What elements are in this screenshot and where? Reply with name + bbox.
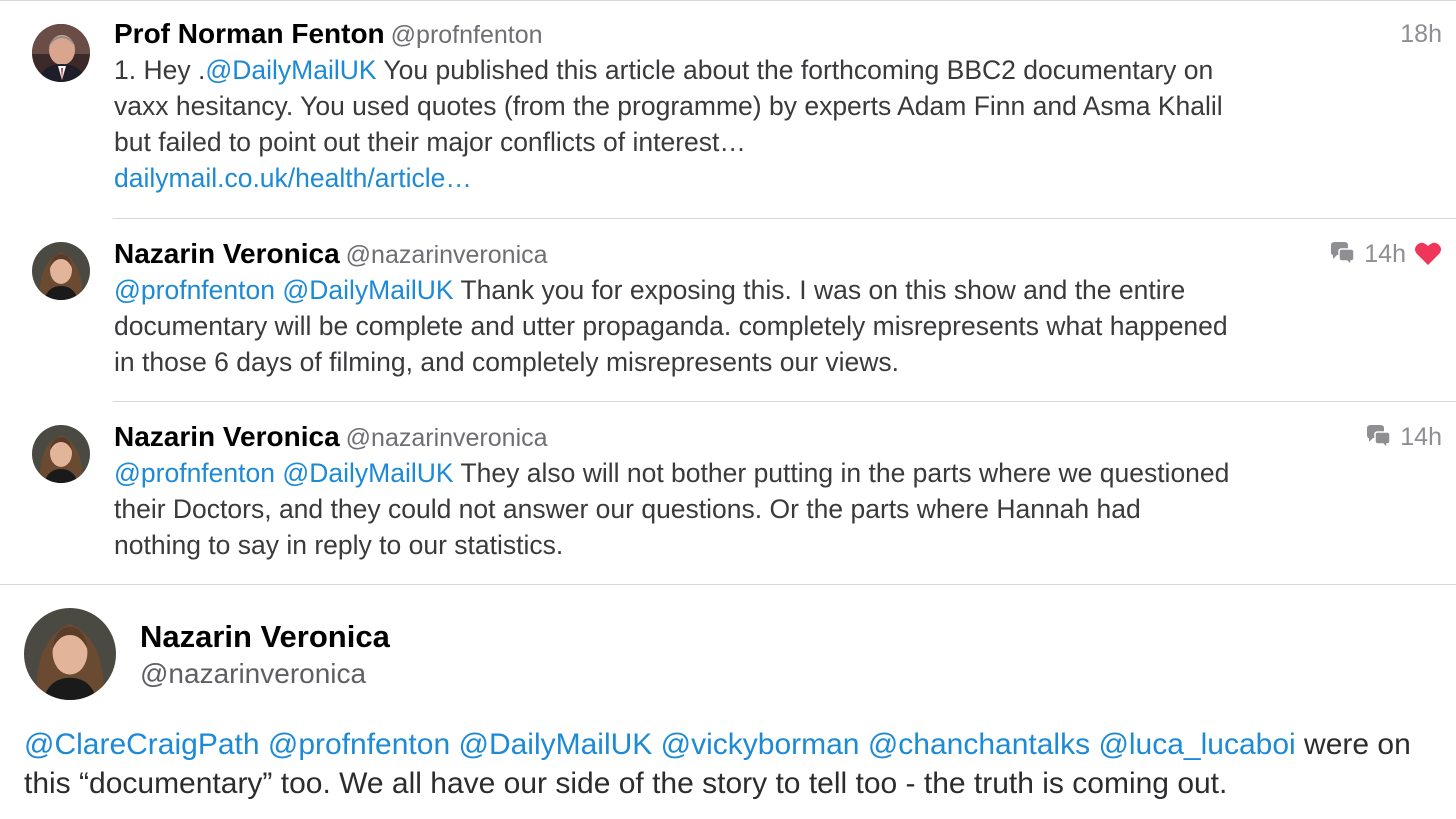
mention-link[interactable]: @DailyMailUK bbox=[282, 458, 453, 488]
tweet-meta: 18h bbox=[1400, 16, 1442, 52]
mention-link[interactable]: @ClareCraigPath bbox=[24, 728, 260, 761]
author-name[interactable]: Nazarin Veronica bbox=[114, 421, 340, 452]
article-link[interactable]: dailymail.co.uk/health/article… bbox=[114, 163, 472, 193]
timestamp: 18h bbox=[1400, 19, 1442, 48]
tweet-text: @profnfenton @DailyMailUK They also will… bbox=[114, 455, 1234, 563]
tweet-text-part: 1. Hey . bbox=[114, 55, 206, 85]
separator bbox=[113, 401, 1456, 402]
reply-tweet-3[interactable]: Nazarin Veronica @nazarinveronica @profnf… bbox=[0, 419, 1456, 579]
avatar[interactable] bbox=[32, 425, 90, 483]
mention-link[interactable]: @vickyborman bbox=[661, 728, 860, 761]
mention-link[interactable]: @DailyMailUK bbox=[205, 55, 376, 85]
avatar[interactable] bbox=[32, 242, 90, 300]
author-handle[interactable]: @nazarinveronica bbox=[140, 658, 366, 690]
reply-tweet-2[interactable]: Nazarin Veronica @nazarinveronica @profnf… bbox=[0, 236, 1456, 396]
top-divider bbox=[0, 0, 1456, 1]
author-name[interactable]: Nazarin Veronica bbox=[140, 619, 390, 655]
separator bbox=[113, 218, 1456, 219]
heart-icon[interactable] bbox=[1414, 241, 1442, 267]
tweet-text: @ClareCraigPath @profnfenton @DailyMailU… bbox=[24, 725, 1444, 803]
tweet-header: Nazarin Veronica @nazarinveronica bbox=[114, 236, 1234, 272]
avatar[interactable] bbox=[24, 608, 116, 700]
mention-link[interactable]: @profnfenton bbox=[268, 728, 450, 761]
tweet-header: Nazarin Veronica @nazarinveronica bbox=[114, 419, 1234, 455]
author-name[interactable]: Prof Norman Fenton bbox=[114, 18, 385, 49]
timestamp: 14h bbox=[1364, 239, 1406, 268]
reply-tweet-1[interactable]: Prof Norman Fenton @profnfenton 1. Hey .@… bbox=[0, 16, 1456, 216]
mention-link[interactable]: @profnfenton bbox=[114, 275, 275, 305]
tweet-header: Prof Norman Fenton @profnfenton bbox=[114, 16, 1234, 52]
tweet-meta: 14h bbox=[1328, 236, 1442, 272]
author-handle[interactable]: @nazarinveronica bbox=[346, 424, 548, 452]
tweet-text: 1. Hey .@DailyMailUK You published this … bbox=[114, 52, 1234, 196]
tweet-meta: 14h bbox=[1364, 419, 1442, 455]
mention-link[interactable]: @chanchantalks bbox=[868, 728, 1090, 761]
avatar[interactable] bbox=[32, 24, 90, 82]
mention-link[interactable]: @DailyMailUK bbox=[458, 728, 652, 761]
timestamp: 14h bbox=[1400, 422, 1442, 451]
main-tweet[interactable]: Nazarin Veronica @nazarinveronica @Clare… bbox=[0, 585, 1456, 819]
author-name[interactable]: Nazarin Veronica bbox=[114, 238, 340, 269]
conversation-icon[interactable] bbox=[1364, 424, 1392, 450]
conversation-icon[interactable] bbox=[1328, 241, 1356, 267]
author-handle[interactable]: @nazarinveronica bbox=[346, 241, 548, 269]
tweet-text: @profnfenton @DailyMailUK Thank you for … bbox=[114, 272, 1234, 380]
mention-link[interactable]: @profnfenton bbox=[114, 458, 275, 488]
mention-link[interactable]: @luca_lucaboi bbox=[1098, 728, 1295, 761]
author-handle[interactable]: @profnfenton bbox=[391, 21, 543, 49]
mention-link[interactable]: @DailyMailUK bbox=[282, 275, 453, 305]
